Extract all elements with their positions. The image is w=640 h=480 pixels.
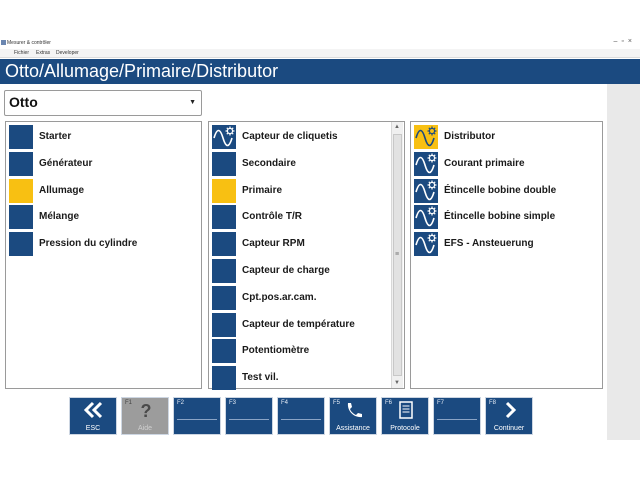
list-item-label: Distributor (444, 131, 496, 142)
double-chevron-left-icon (82, 401, 106, 424)
item-marker (212, 232, 236, 257)
subcategory-scrollbar[interactable]: ▲ ≡ ▼ (391, 122, 403, 388)
f5-key-button[interactable]: F5 Assistance (329, 397, 377, 435)
item-marker (212, 366, 236, 391)
f6-key-button[interactable]: F6 Protocole (381, 397, 429, 435)
item-marker (212, 151, 236, 176)
item-marker (212, 205, 236, 230)
sine-gear-icon (415, 206, 437, 227)
list-item-label: Starter (39, 131, 72, 142)
scroll-down-icon[interactable]: ▼ (394, 380, 400, 386)
window-controls[interactable]: –▫× (614, 38, 636, 45)
key-label: ESC (85, 425, 101, 432)
item-marker (414, 151, 438, 176)
item-marker (212, 339, 236, 364)
selected-marker (414, 125, 438, 149)
key-label: Aide (137, 425, 152, 432)
item-marker (212, 285, 236, 310)
sine-gear-icon (415, 126, 437, 147)
footer-area (0, 440, 640, 480)
item-marker (9, 125, 33, 149)
item-marker (414, 205, 438, 230)
key-divider (437, 419, 477, 420)
key-number: F7 (437, 400, 445, 406)
menu-developer[interactable]: Developer (56, 50, 79, 56)
key-divider (229, 419, 269, 420)
list-item-label: Étincelle bobine simple (444, 211, 556, 223)
vehicle-type-select[interactable]: Otto ▼ (4, 90, 202, 116)
item-marker (212, 312, 236, 337)
key-label: Assistance (336, 425, 370, 432)
phone-icon (342, 401, 366, 424)
category-list: Starter Générateur Allumage Mélange Pression… (5, 121, 202, 389)
app-icon (1, 40, 6, 45)
key-divider (281, 419, 321, 420)
question-icon: ? (134, 401, 158, 424)
key-number: F1 (125, 400, 133, 406)
key-label: Protocole (390, 425, 420, 432)
menu-bar: Fichier Extras Developer (0, 49, 640, 58)
esc-key-button[interactable]: ESC (69, 397, 117, 435)
f7-key-button[interactable]: F7 (433, 397, 481, 435)
key-number: F6 (385, 400, 393, 406)
list-item-label: Potentiomètre (242, 345, 310, 357)
f2-key-button[interactable]: F2 (173, 397, 221, 435)
list-item-label: Cpt.pos.ar.cam. (242, 291, 317, 303)
list-item-label: Étincelle bobine double (444, 184, 557, 196)
item-marker (212, 125, 236, 149)
selected-marker (9, 178, 33, 203)
list-item-label: Test vil. (242, 372, 279, 384)
list-item-label: Primaire (242, 184, 283, 196)
menu-fichier[interactable]: Fichier (14, 50, 29, 56)
chevron-right-icon (498, 401, 522, 424)
scroll-grip-icon: ≡ (395, 251, 400, 258)
f4-key-button[interactable]: F4 (277, 397, 325, 435)
selected-marker (212, 178, 236, 203)
list-item-label: Capteur de charge (242, 265, 330, 276)
list-item-label: Pression du cylindre (39, 238, 138, 250)
menu-extras[interactable]: Extras (36, 50, 50, 56)
item-marker (9, 232, 33, 257)
window-title: Mesurer & contrôler (7, 40, 51, 46)
key-number: F3 (229, 400, 237, 406)
list-item-label: Capteur de température (242, 318, 355, 330)
scroll-up-icon[interactable]: ▲ (394, 124, 400, 130)
key-number: F8 (489, 400, 497, 406)
svg-text:?: ? (141, 401, 152, 419)
item-marker (9, 151, 33, 176)
list-item-label: Allumage (39, 184, 85, 196)
list-item-label: Mélange (39, 211, 80, 223)
item-marker (212, 259, 236, 283)
f1-key-button: F1? Aide (121, 397, 169, 435)
list-item-label: EFS - Ansteuerung (444, 238, 534, 250)
list-item-label: Courant primaire (444, 157, 525, 169)
f3-key-button[interactable]: F3 (225, 397, 273, 435)
test-list: Distributor Courant primaire Étincelle b… (410, 121, 603, 389)
key-label: Continuer (493, 425, 525, 432)
window-titlebar: Mesurer & contrôler –▫× (0, 0, 640, 49)
sine-gear-icon (213, 126, 235, 147)
sine-gear-icon (415, 233, 437, 254)
dropdown-arrow-icon: ▼ (189, 99, 196, 106)
right-gutter (607, 84, 640, 440)
subcategory-list: Capteur de cliquetis Secondaire Primaire Co… (208, 121, 405, 391)
list-item-label: Capteur de cliquetis (242, 131, 338, 142)
list-item-label: Contrôle T/R (242, 211, 302, 223)
key-number: F4 (281, 400, 289, 406)
key-number: F5 (333, 400, 341, 406)
select-value: Otto (9, 94, 38, 110)
item-marker (9, 205, 33, 230)
list-item-label: Capteur RPM (242, 238, 305, 250)
item-marker (414, 232, 438, 257)
list-item-label: Secondaire (242, 157, 296, 169)
key-number: F2 (177, 400, 185, 406)
sine-gear-icon (415, 180, 437, 200)
sine-gear-icon (415, 153, 437, 174)
document-icon (394, 401, 418, 424)
list-item-label: Générateur (39, 157, 93, 169)
page-title: Otto/Allumage/Primaire/Distributor (0, 59, 640, 84)
key-divider (177, 419, 217, 420)
item-marker (414, 178, 438, 203)
f8-key-button[interactable]: F8 Continuer (485, 397, 533, 435)
